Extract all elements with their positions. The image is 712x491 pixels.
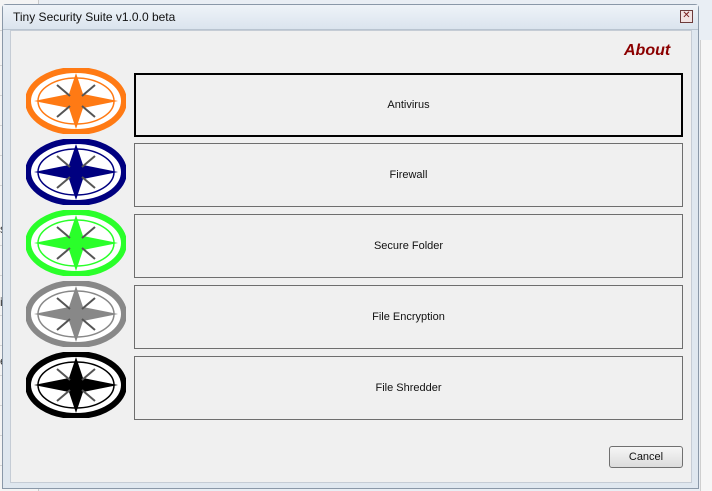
- file-encryption-button[interactable]: File Encryption: [134, 285, 683, 349]
- firewall-compass-icon[interactable]: [26, 139, 126, 205]
- about-link[interactable]: About: [624, 42, 670, 60]
- background-window-edge: [700, 40, 712, 491]
- file-encryption-compass-icon[interactable]: [26, 281, 126, 347]
- file-shredder-button[interactable]: File Shredder: [134, 356, 683, 420]
- secure-folder-button[interactable]: Secure Folder: [134, 214, 683, 278]
- secure-folder-compass-icon[interactable]: [26, 210, 126, 276]
- file-shredder-compass-icon[interactable]: [26, 352, 126, 418]
- close-button[interactable]: ✕: [680, 10, 693, 23]
- window-title: Tiny Security Suite v1.0.0 beta: [13, 10, 176, 24]
- title-bar: Tiny Security Suite v1.0.0 beta ✕: [3, 5, 698, 30]
- antivirus-compass-icon[interactable]: [26, 68, 126, 134]
- security-suite-dialog: Tiny Security Suite v1.0.0 beta ✕ About …: [2, 4, 699, 489]
- firewall-button[interactable]: Firewall: [134, 143, 683, 207]
- dialog-content: About Antivirus Firewall Secure Folder F…: [10, 30, 692, 483]
- antivirus-button[interactable]: Antivirus: [134, 73, 683, 137]
- cancel-button[interactable]: Cancel: [609, 446, 683, 468]
